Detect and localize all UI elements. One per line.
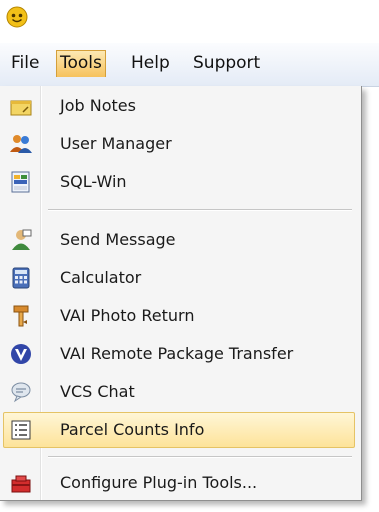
menu-item-label: Configure Plug-in Tools...	[60, 473, 258, 492]
notes-icon	[10, 100, 32, 116]
menu-file[interactable]: File	[8, 50, 42, 77]
menu-item-parcel-counts-info[interactable]: Parcel Counts Info	[3, 412, 355, 448]
menu-item-label: Calculator	[60, 268, 142, 287]
message-icon	[12, 229, 32, 250]
list-icon	[11, 420, 31, 440]
menu-item-label: Parcel Counts Info	[60, 420, 205, 439]
menu-item-calculator[interactable]: Calculator	[3, 260, 355, 296]
menu-item-label: Job Notes	[60, 96, 136, 115]
menu-item-label: VCS Chat	[60, 382, 135, 401]
menu-item-configure-plugin-tools[interactable]: Configure Plug-in Tools...	[3, 465, 355, 501]
menu-item-vai-photo-return[interactable]: VAI Photo Return	[3, 298, 355, 334]
plugin-tools-icon	[11, 475, 31, 493]
menu-item-label: SQL-Win	[60, 172, 127, 191]
menu-item-job-notes[interactable]: Job Notes	[3, 88, 355, 124]
chat-icon	[11, 382, 31, 403]
title-bar	[0, 0, 379, 40]
menu-tools[interactable]: Tools	[56, 50, 106, 77]
menu-bar: File Tools Help Support	[0, 43, 379, 87]
tools-dropdown-menu: Job Notes User Manager SQL-Win Send Mess	[0, 86, 362, 501]
menu-separator	[48, 456, 352, 458]
menu-item-user-manager[interactable]: User Manager	[3, 126, 355, 162]
menu-separator	[48, 209, 352, 211]
menu-item-label: User Manager	[60, 134, 172, 153]
menu-item-vai-remote-package-transfer[interactable]: VAI Remote Package Transfer	[3, 336, 355, 372]
menu-item-sql-win[interactable]: SQL-Win	[3, 164, 355, 200]
menu-item-vcs-chat[interactable]: VCS Chat	[3, 374, 355, 410]
app-icon[interactable]	[6, 6, 28, 28]
users-icon	[10, 135, 32, 153]
menu-item-label: Send Message	[60, 230, 176, 249]
menu-help[interactable]: Help	[128, 50, 173, 77]
menu-item-label: VAI Remote Package Transfer	[60, 344, 294, 363]
vai-logo-icon	[11, 344, 31, 364]
menu-support[interactable]: Support	[190, 50, 263, 77]
sql-icon	[11, 171, 30, 193]
menu-item-send-message[interactable]: Send Message	[3, 222, 355, 258]
menu-item-label: VAI Photo Return	[60, 306, 195, 325]
calculator-icon	[12, 267, 30, 289]
photo-return-icon	[13, 305, 29, 327]
